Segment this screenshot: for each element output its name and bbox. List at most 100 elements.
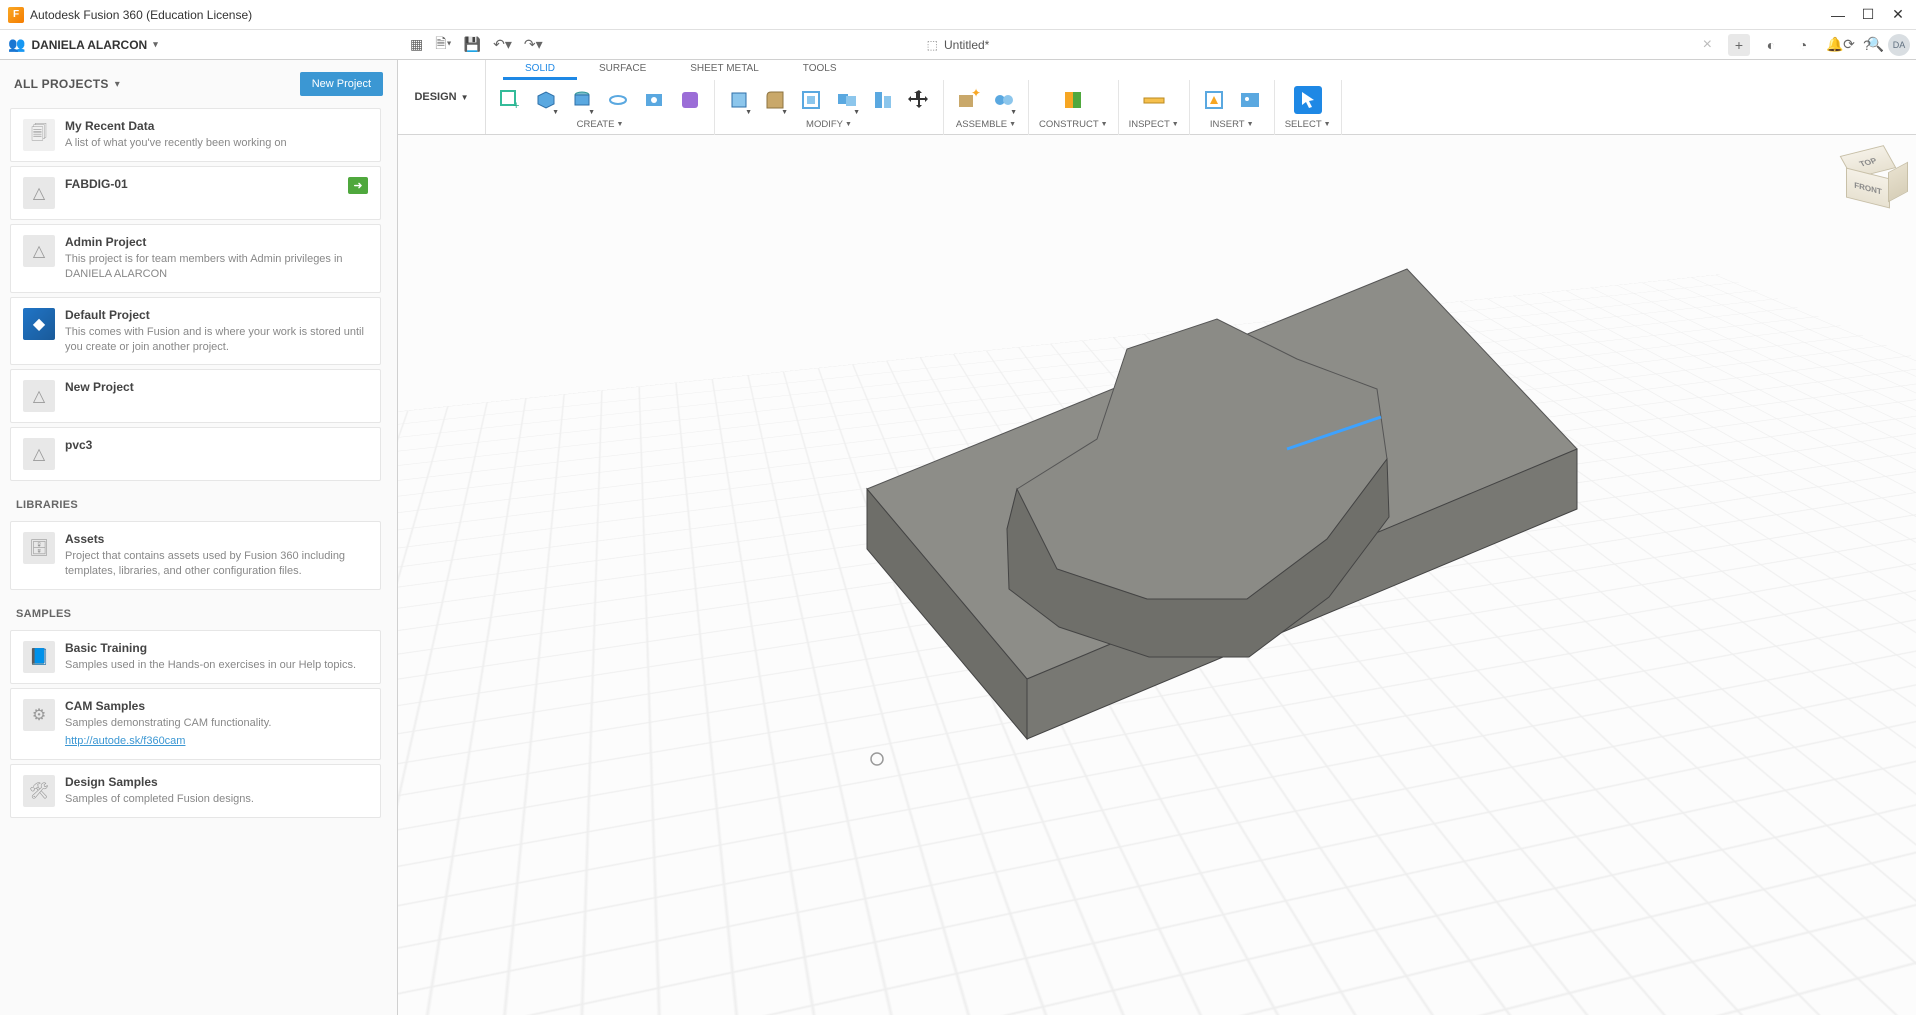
insert-derive-icon[interactable] xyxy=(1200,86,1228,114)
box-icon[interactable]: ▼ xyxy=(532,86,560,114)
hole-icon[interactable] xyxy=(640,86,668,114)
sample-icon: ⚙ xyxy=(23,699,55,731)
workspace-dropdown[interactable]: DESIGN ▼ xyxy=(398,60,486,134)
project-title: My Recent Data xyxy=(65,119,368,133)
chevron-down-icon: ▾ xyxy=(115,79,120,90)
insert-decal-icon[interactable] xyxy=(1236,86,1264,114)
project-item-newproject[interactable]: △ New Project xyxy=(10,369,381,423)
project-item-default[interactable]: ◆ Default Project This comes with Fusion… xyxy=(10,297,381,366)
help-icon[interactable]: ? xyxy=(1856,34,1878,56)
ribbon-group-select: SELECT▼ xyxy=(1275,80,1342,135)
model-viewport[interactable]: TOP FRONT xyxy=(398,135,1916,1015)
undo-icon[interactable]: ↶▾ xyxy=(493,36,512,53)
project-icon: △ xyxy=(23,177,55,209)
sample-link[interactable]: http://autode.sk/f360cam xyxy=(65,735,185,747)
team-dropdown[interactable]: 👥 DANIELA ALARCON ▾ xyxy=(8,36,158,53)
fillet-icon[interactable]: ▼ xyxy=(761,86,789,114)
document-tab[interactable]: ⬚ Untitled* xyxy=(927,38,990,52)
window-maximize-button[interactable]: ☐ xyxy=(1862,9,1874,21)
tab-sheet-metal[interactable]: SHEET METAL xyxy=(668,60,781,80)
ribbon-group-modify: ▼ ▼ ▼ MODIFY▼ xyxy=(715,80,944,135)
group-label: CREATE xyxy=(577,119,615,130)
new-component-icon[interactable]: ✦ xyxy=(954,86,982,114)
group-label: INSERT xyxy=(1210,119,1245,130)
ribbon-group-create: + ▼ ▼ CREATE▼ xyxy=(486,80,715,135)
plane-icon[interactable] xyxy=(1059,86,1087,114)
library-desc: Project that contains assets used by Fus… xyxy=(65,549,368,579)
new-project-button[interactable]: New Project xyxy=(300,72,383,96)
revolve-icon[interactable] xyxy=(604,86,632,114)
team-name: DANIELA ALARCON xyxy=(31,38,147,52)
redo-icon[interactable]: ↷▾ xyxy=(524,36,543,53)
sample-icon: 📘 xyxy=(23,641,55,673)
notifications-icon[interactable]: 🔔 xyxy=(1824,34,1846,56)
libraries-section-label: LIBRARIES xyxy=(0,485,391,517)
svg-text:✦: ✦ xyxy=(971,88,980,100)
save-icon[interactable]: 💾 xyxy=(464,36,481,53)
viewcube-front[interactable]: FRONT xyxy=(1846,168,1890,209)
library-item-assets[interactable]: 🗄 Assets Project that contains assets us… xyxy=(10,521,381,590)
tab-surface[interactable]: SURFACE xyxy=(577,60,668,80)
shell-icon[interactable] xyxy=(797,86,825,114)
project-item-pvc3[interactable]: △ pvc3 xyxy=(10,427,381,481)
ribbon-group-insert: INSERT▼ xyxy=(1190,80,1275,135)
ribbon-group-inspect: INSPECT▼ xyxy=(1119,80,1190,135)
extrude-icon[interactable]: ▼ xyxy=(568,86,596,114)
quick-access-toolbar: ▦ 🗎▾ 💾 ↶▾ ↷▾ xyxy=(410,33,543,57)
project-title: Admin Project xyxy=(65,235,368,249)
group-label: INSPECT xyxy=(1129,119,1170,130)
ribbon-tabs: SOLID SURFACE SHEET METAL TOOLS xyxy=(503,60,859,80)
window-close-button[interactable]: ✕ xyxy=(1892,9,1904,21)
project-item-fabdig[interactable]: △ FABDIG-01 ➜ xyxy=(10,166,381,220)
group-label: SELECT xyxy=(1285,119,1322,130)
canvas-area: DESIGN ▼ SOLID SURFACE SHEET METAL TOOLS… xyxy=(398,60,1916,1015)
extensions-icon[interactable]: ◐ xyxy=(1760,34,1782,56)
projects-scroll[interactable]: 🗐 My Recent Data A list of what you've r… xyxy=(0,104,397,1015)
sample-item-design[interactable]: 🛠 Design Samples Samples of completed Fu… xyxy=(10,764,381,818)
new-sketch-icon[interactable]: + xyxy=(496,86,524,114)
sample-desc: Samples used in the Hands-on exercises i… xyxy=(65,658,368,673)
project-title: New Project xyxy=(65,380,368,394)
group-label: MODIFY xyxy=(806,119,843,130)
window-minimize-button[interactable]: — xyxy=(1832,9,1844,21)
ribbon-group-construct: CONSTRUCT▼ xyxy=(1029,80,1119,135)
ribbon-toolbar: DESIGN ▼ SOLID SURFACE SHEET METAL TOOLS… xyxy=(398,60,1916,135)
sample-desc: Samples of completed Fusion designs. xyxy=(65,792,368,807)
project-desc: A list of what you've recently been work… xyxy=(65,136,368,151)
job-status-icon[interactable]: ◔ xyxy=(1792,34,1814,56)
app-logo-icon: F xyxy=(8,7,24,23)
form-icon[interactable] xyxy=(676,86,704,114)
sample-item-basic-training[interactable]: 📘 Basic Training Samples used in the Han… xyxy=(10,630,381,684)
select-icon[interactable] xyxy=(1294,86,1322,114)
project-title: Default Project xyxy=(65,308,368,322)
project-title: FABDIG-01 xyxy=(65,177,338,191)
project-icon: ◆ xyxy=(23,308,55,340)
joint-icon[interactable]: ▼ xyxy=(990,86,1018,114)
close-document-icon[interactable]: × xyxy=(1703,36,1712,54)
combine-icon[interactable]: ▼ xyxy=(833,86,861,114)
tab-tools[interactable]: TOOLS xyxy=(781,60,859,80)
open-badge-icon[interactable]: ➜ xyxy=(348,177,368,194)
sample-desc: Samples demonstrating CAM functionality. xyxy=(65,716,368,731)
tab-solid[interactable]: SOLID xyxy=(503,60,577,80)
project-icon: △ xyxy=(23,235,55,267)
measure-icon[interactable] xyxy=(1140,86,1168,114)
workspace-label: DESIGN xyxy=(414,91,456,103)
sample-icon: 🛠 xyxy=(23,775,55,807)
app-menubar: 👥 DANIELA ALARCON ▾ ⟳ 🔍 ✕ ▦ 🗎▾ 💾 ↶▾ ↷▾ ⬚… xyxy=(0,30,1916,60)
viewcube[interactable]: TOP FRONT xyxy=(1836,149,1898,211)
align-icon[interactable] xyxy=(869,86,897,114)
new-tab-button[interactable]: + xyxy=(1728,34,1750,56)
sample-item-cam[interactable]: ⚙ CAM Samples Samples demonstrating CAM … xyxy=(10,688,381,760)
user-avatar[interactable]: DA xyxy=(1888,34,1910,56)
document-icon: 🗐 xyxy=(23,119,55,151)
press-pull-icon[interactable]: ▼ xyxy=(725,86,753,114)
library-title: Assets xyxy=(65,532,368,546)
project-item-admin[interactable]: △ Admin Project This project is for team… xyxy=(10,224,381,293)
file-menu-icon[interactable]: 🗎▾ xyxy=(435,33,451,57)
move-icon[interactable] xyxy=(905,86,933,114)
sample-title: Basic Training xyxy=(65,641,368,655)
projects-header[interactable]: ALL PROJECTS xyxy=(14,77,109,91)
data-panel-icon[interactable]: ▦ xyxy=(410,36,423,53)
project-item-recent[interactable]: 🗐 My Recent Data A list of what you've r… xyxy=(10,108,381,162)
